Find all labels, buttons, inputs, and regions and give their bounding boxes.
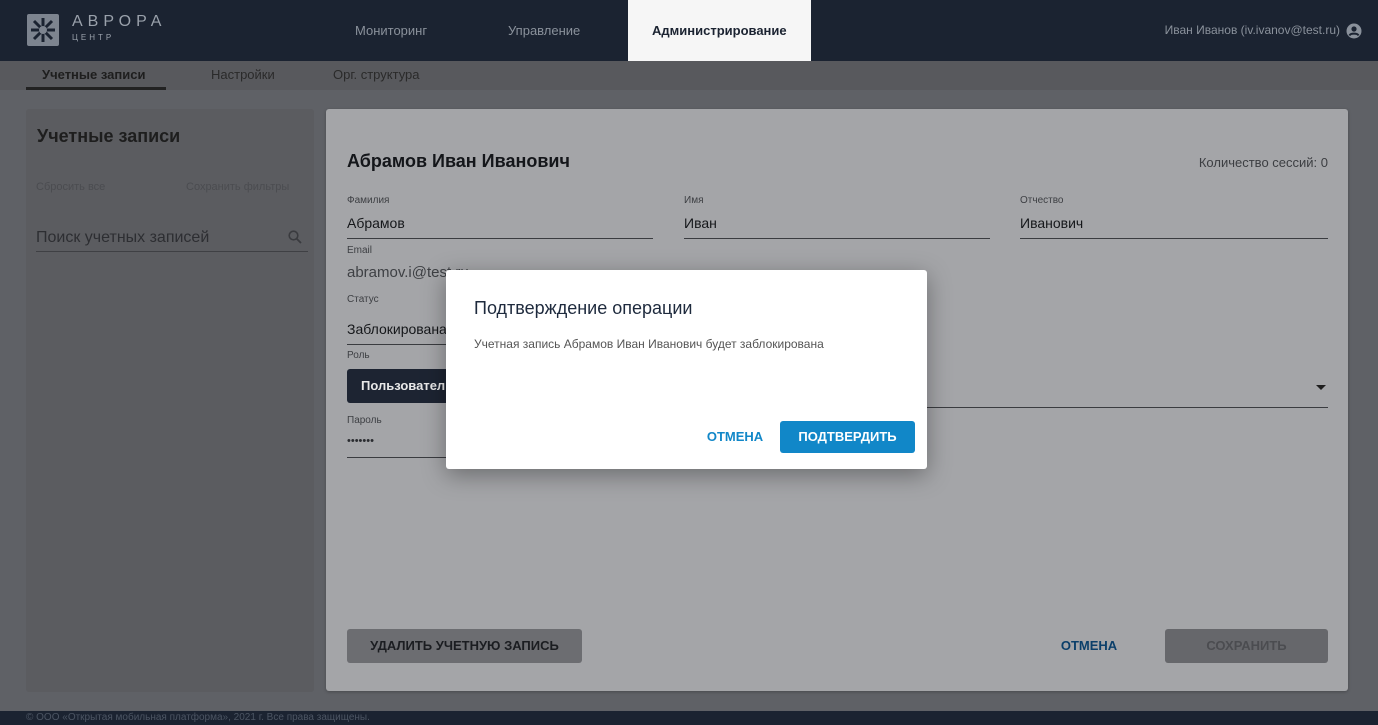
subtab-accounts[interactable]: Учетные записи bbox=[42, 67, 145, 82]
status-label: Статус bbox=[347, 294, 379, 305]
footer: © ООО «Открытая мобильная платформа», 20… bbox=[0, 711, 1378, 725]
account-search-input[interactable]: Поиск учетных записей bbox=[36, 224, 308, 252]
save-filters-link[interactable]: Сохранить фильтры bbox=[186, 181, 289, 193]
sessions-count: Количество сессий: 0 bbox=[1198, 155, 1328, 170]
role-select-underline bbox=[926, 407, 1328, 408]
password-underline bbox=[347, 457, 447, 458]
delete-account-button[interactable]: УДАЛИТЬ УЧЕТНУЮ ЗАПИСЬ bbox=[347, 629, 582, 663]
logo-text: АВРОРА bbox=[72, 13, 167, 30]
middle-name-underline bbox=[1020, 238, 1328, 239]
last-name-underline bbox=[347, 238, 653, 239]
top-header: АВРОРА ЦЕНТР Мониторинг Управление Админ… bbox=[0, 0, 1378, 61]
dialog-cancel-button[interactable]: ОТМЕНА bbox=[696, 421, 774, 453]
tab-administration[interactable]: Администрирование bbox=[628, 0, 811, 61]
password-field[interactable]: ••••••• bbox=[347, 435, 374, 447]
last-name-label: Фамилия bbox=[347, 195, 390, 206]
aurora-logo-icon bbox=[27, 14, 59, 46]
sub-navigation: Учетные записи Настройки Орг. структура bbox=[0, 61, 1378, 90]
accounts-sidebar: Учетные записи Сбросить все Сохранить фи… bbox=[26, 109, 314, 692]
confirmation-dialog: Подтверждение операции Учетная запись Аб… bbox=[446, 270, 927, 469]
chevron-down-icon[interactable] bbox=[1316, 385, 1326, 390]
search-placeholder: Поиск учетных записей bbox=[36, 229, 210, 246]
email-label: Email bbox=[347, 245, 373, 256]
first-name-label: Имя bbox=[684, 195, 704, 206]
user-name[interactable]: Иван Иванов (iv.ivanov@test.ru) bbox=[1165, 0, 1340, 61]
dialog-confirm-button[interactable]: ПОДТВЕРДИТЬ bbox=[780, 421, 915, 453]
user-account-icon[interactable] bbox=[1346, 23, 1362, 39]
copyright-text: © ООО «Открытая мобильная платформа», 20… bbox=[26, 712, 370, 723]
last-name-field[interactable]: Абрамов bbox=[347, 215, 405, 231]
tab-monitoring[interactable]: Мониторинг bbox=[355, 0, 427, 61]
first-name-field[interactable]: Иван bbox=[684, 215, 717, 231]
status-underline bbox=[347, 344, 447, 345]
reset-all-link[interactable]: Сбросить все bbox=[36, 181, 105, 193]
logo-subtext: ЦЕНТР bbox=[72, 33, 115, 42]
dialog-title: Подтверждение операции bbox=[474, 298, 693, 318]
active-subtab-indicator bbox=[26, 87, 166, 90]
account-full-name: Абрамов Иван Иванович bbox=[347, 151, 570, 171]
role-label: Роль bbox=[347, 350, 370, 361]
search-icon[interactable] bbox=[288, 230, 302, 244]
first-name-underline bbox=[684, 238, 990, 239]
dialog-message: Учетная запись Абрамов Иван Иванович буд… bbox=[474, 337, 824, 351]
save-button[interactable]: СОХРАНИТЬ bbox=[1165, 629, 1328, 663]
middle-name-field[interactable]: Иванович bbox=[1020, 215, 1083, 231]
middle-name-label: Отчество bbox=[1020, 195, 1064, 206]
subtab-org-structure[interactable]: Орг. структура bbox=[333, 67, 420, 82]
sidebar-title: Учетные записи bbox=[37, 126, 181, 146]
status-select[interactable]: Заблокирована bbox=[347, 321, 447, 337]
tab-management[interactable]: Управление bbox=[508, 0, 580, 61]
cancel-button[interactable]: ОТМЕНА bbox=[1049, 629, 1129, 663]
role-chip[interactable]: Пользователь bbox=[347, 369, 452, 403]
password-label: Пароль bbox=[347, 415, 382, 426]
subtab-settings[interactable]: Настройки bbox=[211, 67, 275, 82]
